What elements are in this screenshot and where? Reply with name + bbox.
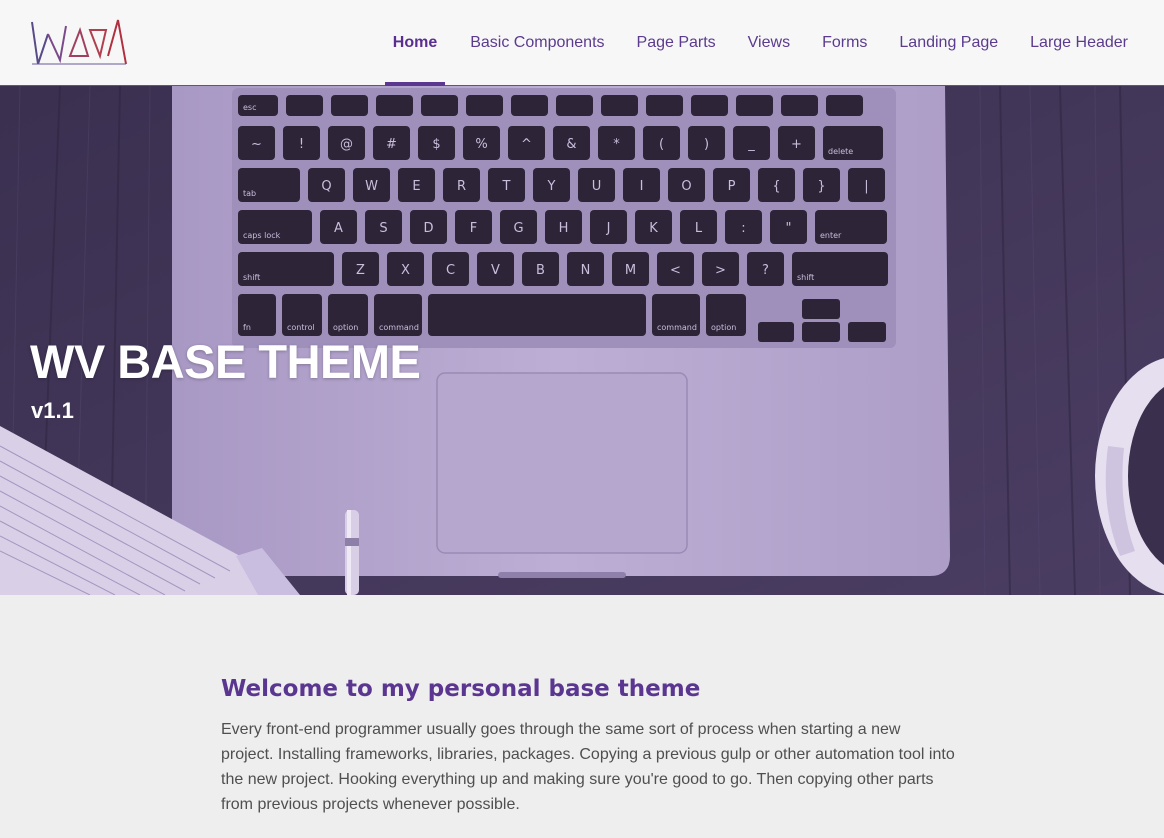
keyboard-key-label: @: [340, 137, 353, 152]
keyboard-key-label: option: [711, 323, 736, 332]
keyboard-key-label: enter: [820, 231, 842, 240]
keyboard-key-label: caps lock: [243, 231, 281, 240]
keyboard-key: [646, 95, 683, 116]
keyboard-key: [286, 95, 323, 116]
keyboard-key-label: &: [566, 137, 576, 152]
keyboard-key-label: %: [475, 137, 487, 152]
keyboard-key-label: M: [625, 263, 636, 278]
keyboard-key-label: ?: [762, 263, 769, 278]
keyboard-key-label: esc: [243, 103, 257, 112]
keyboard-key-label: B: [536, 263, 545, 278]
keyboard-key-label: <: [670, 263, 681, 278]
keyboard-key: [826, 95, 863, 116]
keyboard-key-label: {: [772, 179, 780, 194]
keyboard-key-label: V: [491, 263, 500, 278]
hero-banner: esc ~! @ # $% ^ & * () _ + delete tab Q W E R T Y U I O P {} | ca…: [0, 86, 1164, 595]
keyboard-key-label: tab: [243, 189, 256, 198]
keyboard-key-label: Y: [547, 179, 556, 194]
keyboard-key-label: !: [299, 137, 304, 152]
keyboard-key-label: J: [606, 221, 611, 236]
keyboard-key-label: #: [386, 137, 397, 152]
keyboard-key: [556, 95, 593, 116]
keyboard-key-label: G: [513, 221, 523, 236]
keyboard-key-label: N: [581, 263, 591, 278]
site-header: Home Basic Components Page Parts Views F…: [0, 0, 1164, 87]
keyboard-arrow-key: [848, 322, 886, 342]
keyboard-key-label: D: [423, 221, 433, 236]
keyboard-key-label: F: [470, 221, 477, 236]
keyboard-key-label: command: [379, 323, 419, 332]
nav-item-basic-components[interactable]: Basic Components: [454, 0, 620, 86]
keyboard-key-label: T: [502, 179, 511, 194]
keyboard-key-label: control: [287, 323, 315, 332]
keyboard-key: [511, 95, 548, 116]
keyboard-key-label: :: [741, 221, 745, 236]
keyboard-key-label: R: [457, 179, 466, 194]
keyboard-key: [691, 95, 728, 116]
keyboard-key-label: X: [401, 263, 410, 278]
keyboard-key: [736, 95, 773, 116]
keyboard-key: [428, 294, 646, 336]
hero-version: v1.1: [31, 398, 74, 423]
keyboard-key-label: C: [446, 263, 455, 278]
keyboard-key: [421, 95, 458, 116]
main-content: Welcome to my personal base theme Every …: [221, 676, 956, 817]
keyboard-key-label: }: [817, 179, 825, 194]
keyboard-key-label: shift: [797, 273, 814, 282]
nav-item-page-parts[interactable]: Page Parts: [621, 0, 732, 86]
nav-item-forms[interactable]: Forms: [806, 0, 883, 86]
keyboard-key: [781, 95, 818, 116]
keyboard-key-label: (: [659, 137, 664, 152]
nav-item-views[interactable]: Views: [732, 0, 806, 86]
keyboard-key-label: Z: [356, 263, 365, 278]
keyboard-key-label: ): [704, 137, 709, 152]
keyboard-arrow-key: [802, 322, 840, 342]
keyboard-key-label: *: [613, 137, 620, 152]
keyboard-key-label: A: [334, 221, 343, 236]
welcome-paragraph: Every front-end programmer usually goes …: [221, 721, 955, 813]
nav-item-landing-page[interactable]: Landing Page: [883, 0, 1014, 86]
logo-icon[interactable]: [30, 16, 128, 68]
keyboard-key-label: I: [640, 179, 644, 194]
keyboard-key: [331, 95, 368, 116]
keyboard-key-label: O: [681, 179, 691, 194]
keyboard-key-label: fn: [243, 323, 251, 332]
keyboard-key-label: K: [649, 221, 658, 236]
keyboard-arrow-key: [758, 322, 794, 342]
keyboard-key-label: ~: [251, 137, 262, 152]
keyboard-key-label: shift: [243, 273, 260, 282]
keyboard-key-label: U: [592, 179, 602, 194]
keyboard-key-label: W: [365, 179, 378, 194]
keyboard-key-label: Q: [321, 179, 331, 194]
hero-title: WV BASE THEME: [30, 335, 421, 388]
keyboard-key-label: command: [657, 323, 697, 332]
keyboard-key-label: P: [728, 179, 736, 194]
main-nav: Home Basic Components Page Parts Views F…: [384, 0, 1144, 87]
nav-item-large-header[interactable]: Large Header: [1014, 0, 1144, 86]
welcome-heading: Welcome to my personal base theme: [221, 676, 701, 702]
keyboard-key-label: >: [715, 263, 726, 278]
keyboard-key-label: $: [432, 137, 440, 152]
keyboard-key-label: |: [864, 179, 868, 194]
keyboard-key: [601, 95, 638, 116]
keyboard-arrow-key: [802, 299, 840, 319]
keyboard-key-label: H: [559, 221, 569, 236]
keyboard-key-label: ": [786, 221, 792, 236]
keyboard-key-label: _: [747, 137, 755, 152]
keyboard-key-label: S: [379, 221, 387, 236]
keyboard-key-label: ^: [521, 137, 532, 152]
keyboard-key-label: +: [791, 137, 802, 152]
keyboard-key-label: delete: [828, 147, 853, 156]
keyboard-key-label: L: [695, 221, 703, 236]
keyboard-key-label: E: [412, 179, 420, 194]
keyboard-key: [466, 95, 503, 116]
keyboard-key-label: option: [333, 323, 358, 332]
keyboard-key: [376, 95, 413, 116]
nav-item-home[interactable]: Home: [384, 0, 446, 87]
